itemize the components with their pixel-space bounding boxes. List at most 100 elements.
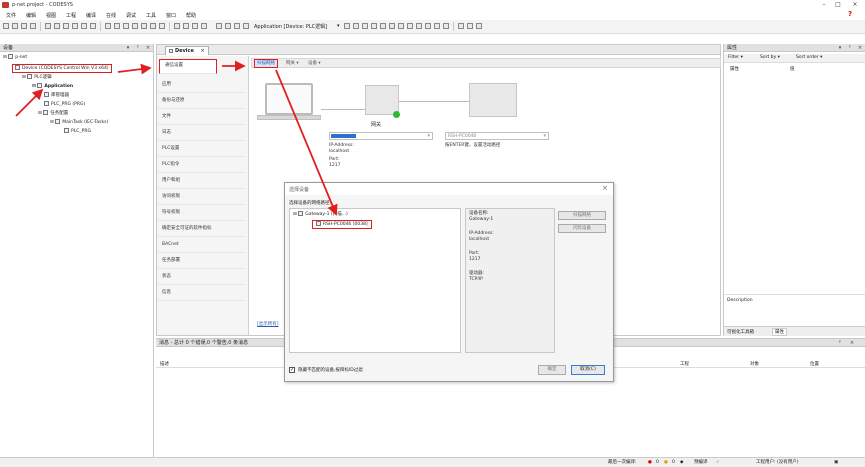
overview-icon[interactable]	[476, 23, 482, 29]
nav-access-rights[interactable]: 访问权限	[157, 189, 245, 205]
nav-log[interactable]: 日志	[157, 125, 245, 141]
add-object-icon[interactable]	[216, 23, 222, 29]
scan-network-button[interactable]: 扫描网络	[254, 59, 278, 68]
device-menu-button[interactable]: 设备 ▾	[308, 60, 321, 66]
properties-icon[interactable]	[243, 23, 249, 29]
check-icon[interactable]	[225, 23, 231, 29]
nav-information[interactable]: 信息	[157, 285, 245, 301]
chevron-down-icon[interactable]: ▾	[337, 23, 340, 29]
undo-icon[interactable]	[45, 23, 51, 29]
ok-button[interactable]: 确定	[538, 365, 566, 375]
menu-help[interactable]: 帮助	[186, 12, 196, 19]
filter-button[interactable]: Filter ▾	[728, 55, 743, 60]
menu-edit[interactable]: 编辑	[26, 12, 36, 19]
pane-menu-icon[interactable]: ▾	[836, 44, 844, 52]
stop-icon[interactable]	[371, 23, 377, 29]
scan-network-button[interactable]: 扫描网络	[558, 211, 606, 220]
security-icon[interactable]	[467, 23, 473, 29]
help-badge-icon[interactable]: ?	[848, 10, 852, 18]
tree-node-application[interactable]: ⊟ Application	[32, 83, 73, 91]
menu-view[interactable]: 视图	[46, 12, 56, 19]
find-icon[interactable]	[105, 23, 111, 29]
bookmark-clear-icon[interactable]	[150, 23, 156, 29]
pane-close-icon[interactable]: ×	[144, 44, 152, 52]
login-icon[interactable]	[344, 23, 350, 29]
replace-icon[interactable]	[114, 23, 120, 29]
clean-icon[interactable]	[234, 23, 240, 29]
sort-order-button[interactable]: Sort order ▾	[796, 55, 822, 60]
run-to-cursor-icon[interactable]	[425, 23, 431, 29]
cancel-button[interactable]: 取消(C)	[571, 365, 605, 375]
tab-device[interactable]: Device ×	[165, 46, 209, 55]
tab-visualization-toolbox[interactable]: 可视化工具箱	[727, 329, 754, 335]
gateway-menu-button[interactable]: 网关 ▾	[286, 60, 299, 66]
pin-icon[interactable]: ᵖ	[836, 339, 844, 347]
maximize-icon[interactable]: □	[832, 1, 844, 9]
pane-close-icon[interactable]: ×	[848, 339, 856, 347]
tree-node-rsh-pc0046[interactable]: RSH-PC0046 [0038]	[312, 220, 372, 229]
pin-icon[interactable]: ᵖ	[134, 44, 142, 52]
menu-project[interactable]: 工程	[66, 12, 76, 19]
device-combo[interactable]: RSH-PC0046 ▾	[445, 132, 549, 140]
close-icon[interactable]: ×	[849, 1, 861, 9]
sort-by-button[interactable]: Sort by ▾	[760, 55, 780, 60]
bookmark-prev-icon[interactable]	[141, 23, 147, 29]
nav-files[interactable]: 文件	[157, 109, 245, 125]
tree-node-task-config[interactable]: ⊟ 任务配置	[38, 110, 68, 118]
write-values-icon[interactable]	[434, 23, 440, 29]
wink-device-button[interactable]: 闪烁设备	[558, 224, 606, 233]
minimize-icon[interactable]: –	[818, 1, 830, 9]
pane-close-icon[interactable]: ×	[856, 44, 864, 52]
expand-icon[interactable]: ⊟	[32, 84, 36, 89]
nav-bacnet[interactable]: BACnet	[157, 237, 245, 253]
pou-icon[interactable]	[183, 23, 189, 29]
new-file-icon[interactable]	[3, 23, 9, 29]
step-over-icon[interactable]	[398, 23, 404, 29]
tree-node-plc-prg-call[interactable]: PLC_PRG	[64, 128, 91, 136]
nav-plc-settings[interactable]: PLC设置	[157, 141, 245, 157]
nav-safety-metrics[interactable]: 确定安全可证的软件指标	[157, 221, 245, 237]
nav-status[interactable]: 状态	[157, 269, 245, 285]
cut-icon[interactable]	[63, 23, 69, 29]
menu-tools[interactable]: 工具	[146, 12, 156, 19]
nav-backup-restore[interactable]: 备份与还原	[157, 93, 245, 109]
nav-applications[interactable]: 应用	[157, 77, 245, 93]
nav-users-groups[interactable]: 用户和组	[157, 173, 245, 189]
nav-plc-shell[interactable]: PLC指令	[157, 157, 245, 173]
chevron-down-icon[interactable]: ▾	[427, 133, 430, 139]
start-icon[interactable]	[362, 23, 368, 29]
tab-close-icon[interactable]: ×	[200, 48, 204, 54]
tree-node-maintask[interactable]: ⊟ MainTask (IEC-Tasks)	[50, 119, 108, 127]
dialog-close-icon[interactable]: ×	[602, 184, 608, 192]
filter-checkbox[interactable]: ✓	[289, 367, 295, 373]
bookmark-next-icon[interactable]	[132, 23, 138, 29]
pane-menu-icon[interactable]: ▾	[124, 44, 132, 52]
library-icon[interactable]	[192, 23, 198, 29]
show-all-link[interactable]: [显示所有]	[257, 321, 279, 327]
tree-node-project[interactable]: ⊟ p-net	[3, 54, 27, 62]
expand-icon[interactable]: ⊟	[22, 75, 26, 80]
logout-icon[interactable]	[353, 23, 359, 29]
chevron-down-icon[interactable]: ▾	[543, 133, 546, 139]
nav-communication-settings[interactable]: 通信设置	[159, 59, 217, 74]
nav-symbol-rights[interactable]: 符号权限	[157, 205, 245, 221]
delete-icon[interactable]	[90, 23, 96, 29]
open-file-icon[interactable]	[12, 23, 18, 29]
device-icon[interactable]	[174, 23, 180, 29]
tree-node-plc-prg[interactable]: PLC_PRG (PRG)	[44, 101, 85, 109]
save-icon[interactable]	[21, 23, 27, 29]
application-combo[interactable]: Application [Device: PLC逻辑]	[254, 23, 327, 30]
reference-icon[interactable]	[201, 23, 207, 29]
status-extra-icon[interactable]: ▣	[834, 458, 838, 467]
expand-icon[interactable]: ⊟	[50, 120, 54, 125]
step-out-icon[interactable]	[416, 23, 422, 29]
bookmark-icon[interactable]	[123, 23, 129, 29]
expand-icon[interactable]: ⊟	[3, 55, 7, 60]
tree-node-device[interactable]: Device (CODESYS Control Win V3 x64)	[12, 64, 112, 73]
menu-window[interactable]: 窗口	[166, 12, 176, 19]
pin-icon[interactable]: ᵖ	[846, 44, 854, 52]
nav-task-deployment[interactable]: 任务部署	[157, 253, 245, 269]
menu-file[interactable]: 文件	[6, 12, 16, 19]
tree-node-library-manager[interactable]: 库管理器	[44, 92, 69, 100]
tab-properties[interactable]: 属性	[772, 328, 787, 336]
